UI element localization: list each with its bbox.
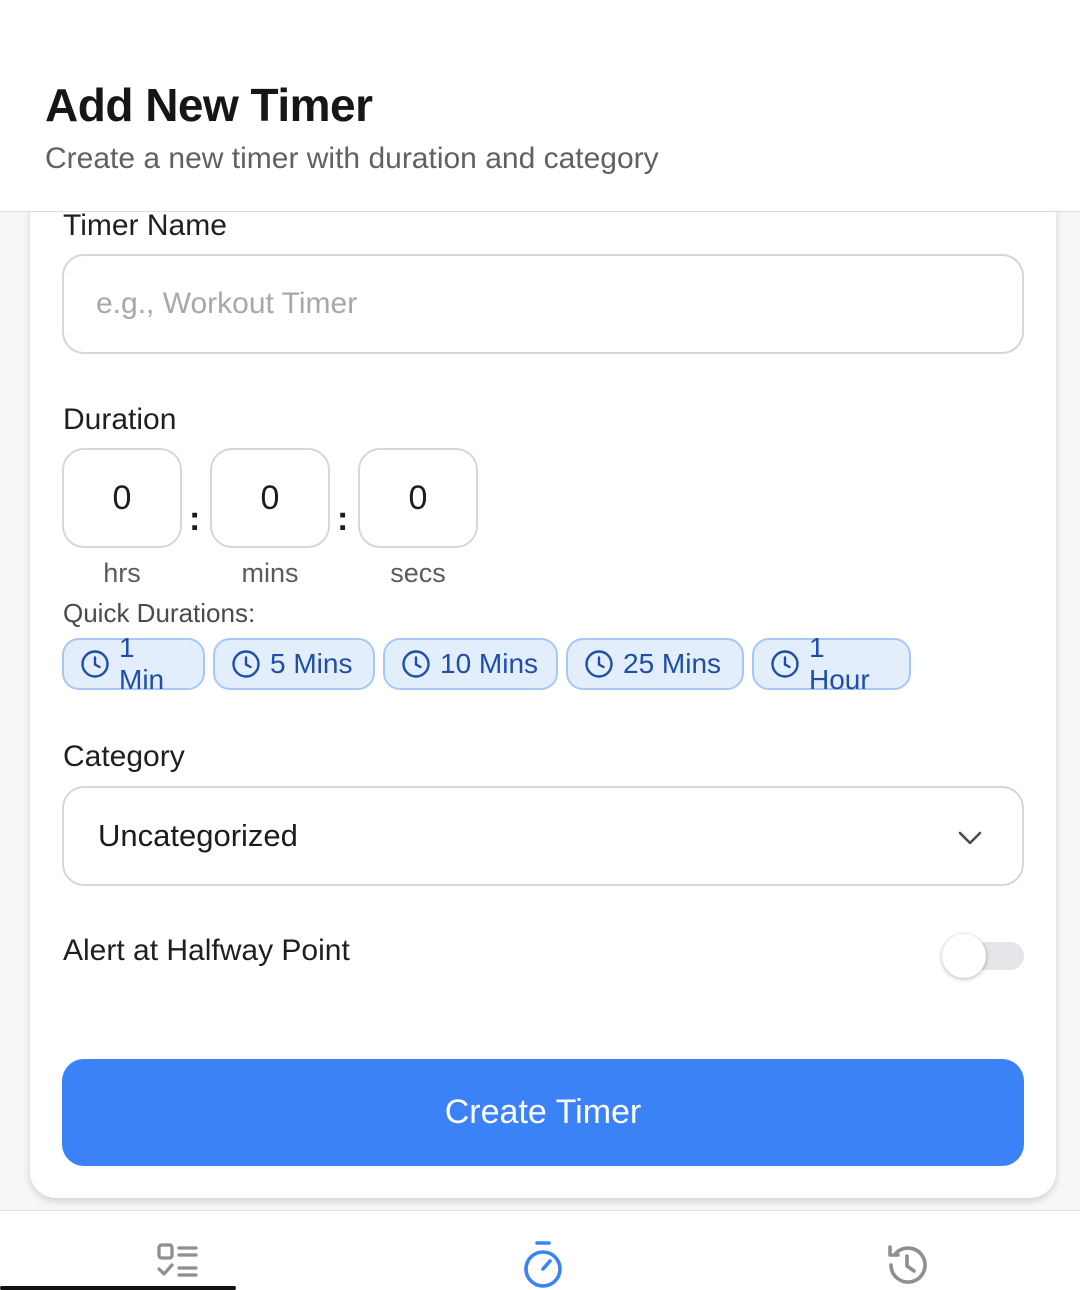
toggle-knob [942, 934, 986, 978]
duration-separator: : [189, 500, 201, 538]
minutes-input[interactable]: 0 [210, 448, 330, 548]
bottom-tab-bar [0, 1210, 1080, 1290]
list-check-icon[interactable] [154, 1241, 202, 1290]
chip-label: 1 Min [119, 632, 165, 695]
chevron-down-icon [956, 824, 984, 852]
stopwatch-icon[interactable] [519, 1239, 567, 1289]
timer-name-label: Timer Name [63, 209, 227, 242]
clock-icon [231, 649, 261, 679]
home-indicator [0, 1286, 236, 1290]
clock-icon [584, 649, 614, 679]
chip-label: 25 Mins [623, 648, 722, 679]
chip-label: 5 Mins [270, 648, 353, 679]
clock-icon [401, 649, 431, 679]
clock-icon [80, 649, 110, 679]
clock-icon [770, 649, 800, 679]
duration-separator: : [337, 500, 349, 538]
category-select[interactable]: Uncategorized [62, 786, 1024, 886]
hours-unit-label: hrs [103, 558, 141, 588]
quick-duration-5-mins[interactable]: 5 Mins [213, 638, 375, 690]
quick-duration-25-mins[interactable]: 25 Mins [566, 638, 744, 690]
halfway-alert-toggle[interactable] [942, 934, 1026, 978]
seconds-unit-label: secs [390, 558, 446, 588]
quick-duration-1-hour[interactable]: 1 Hour [752, 632, 911, 695]
chip-label: 1 Hour [809, 632, 870, 695]
quick-duration-10-mins[interactable]: 10 Mins [383, 638, 558, 690]
chip-label: 10 Mins [440, 648, 539, 679]
category-selected-value: Uncategorized [98, 818, 298, 853]
minutes-unit-label: mins [241, 558, 299, 588]
category-label: Category [63, 740, 185, 773]
timer-name-input[interactable] [62, 254, 1024, 354]
page-header: Add New Timer Create a new timer with du… [0, 0, 1080, 212]
create-timer-button[interactable]: Create Timer [62, 1059, 1024, 1166]
page-title: Add New Timer [45, 79, 373, 131]
seconds-input[interactable]: 0 [358, 448, 478, 548]
page-subtitle: Create a new timer with duration and cat… [45, 142, 659, 175]
halfway-alert-label: Alert at Halfway Point [63, 934, 350, 967]
duration-label: Duration [63, 403, 177, 436]
history-icon[interactable] [883, 1241, 931, 1290]
quick-durations-label: Quick Durations: [63, 598, 256, 628]
quick-duration-1-min[interactable]: 1 Min [62, 632, 205, 695]
hours-input[interactable]: 0 [62, 448, 182, 548]
